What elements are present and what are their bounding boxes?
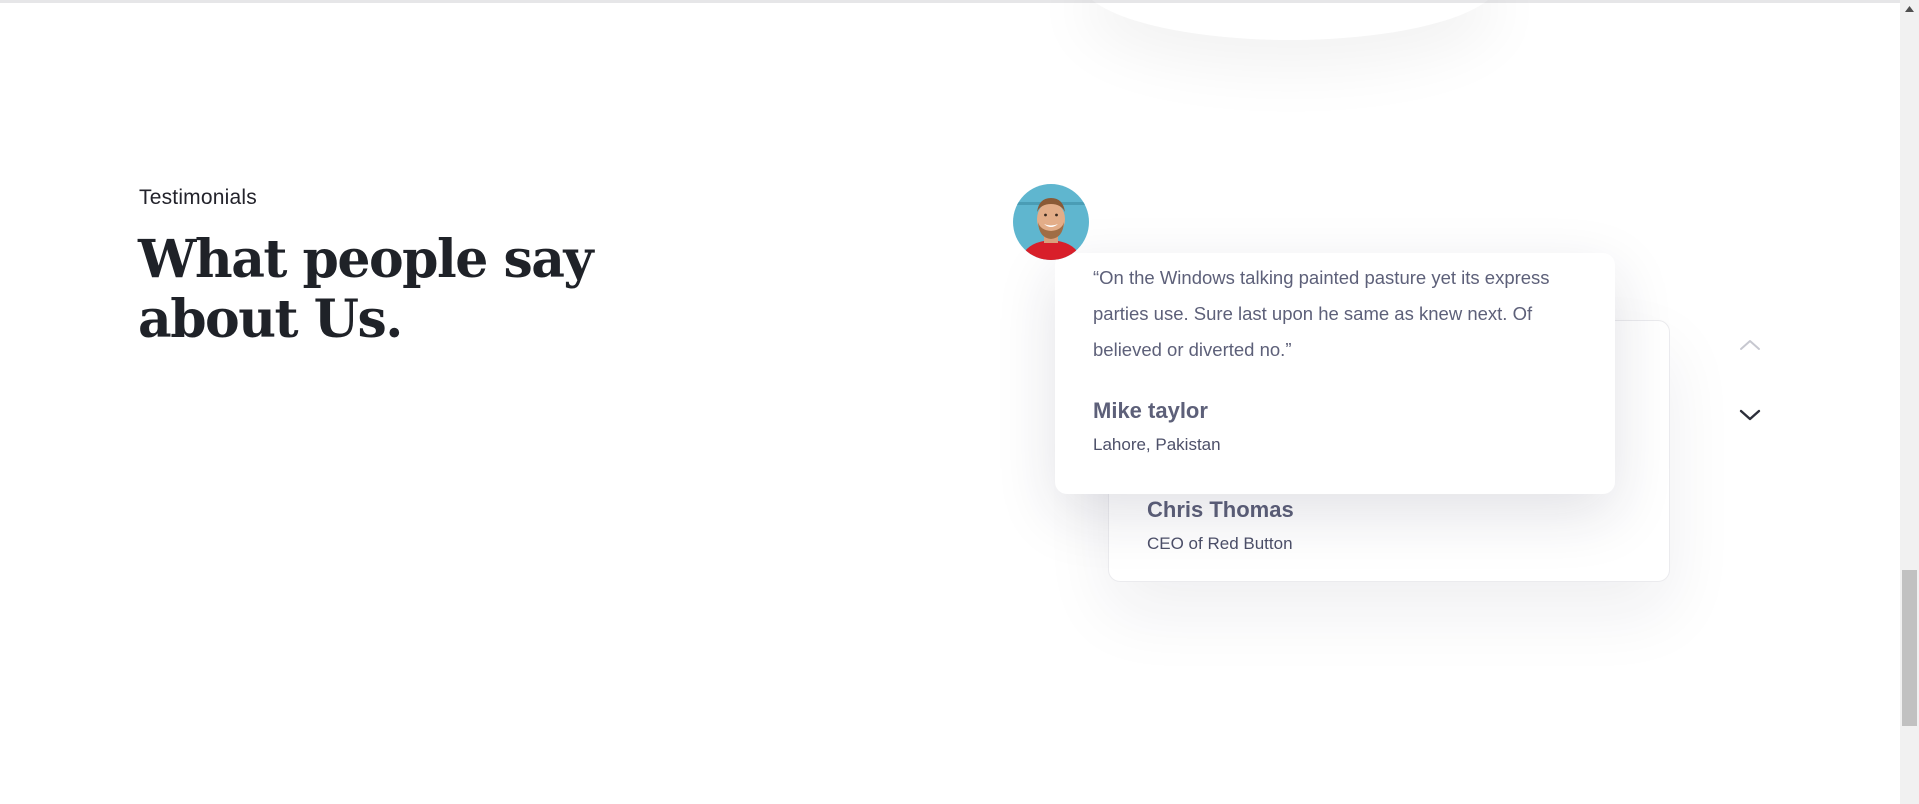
testimonial-location: Lahore, Pakistan — [1093, 435, 1221, 454]
testimonial-card-active: “On the Windows talking painted pasture … — [1055, 253, 1615, 494]
scrollbar-thumb[interactable] — [1902, 570, 1917, 726]
avatar — [1013, 184, 1089, 260]
next-testimonial-button[interactable] — [1735, 400, 1765, 430]
chevron-down-icon — [1739, 409, 1761, 421]
page-scrollbar[interactable] — [1900, 0, 1919, 804]
chevron-up-icon — [1740, 340, 1760, 350]
testimonial-name: Chris Thomas — [1147, 497, 1294, 522]
testimonials-page: Testimonials What people say about Us. C… — [0, 0, 1919, 804]
scroll-up-button[interactable] — [1900, 0, 1919, 17]
smiling-man-avatar-icon — [1013, 184, 1089, 260]
previous-testimonial-button[interactable] — [1735, 330, 1765, 360]
triangle-up-icon — [1905, 5, 1914, 12]
testimonial-subtitle: CEO of Red Button — [1147, 534, 1293, 553]
testimonial-quote: “On the Windows talking painted pasture … — [1093, 267, 1550, 360]
section-heading: What people say about Us. — [138, 229, 594, 350]
testimonial-name: Mike taylor — [1093, 398, 1208, 423]
section-eyebrow: Testimonials — [139, 186, 257, 209]
top-border — [0, 0, 1900, 3]
decorative-shadow — [1080, 0, 1500, 40]
